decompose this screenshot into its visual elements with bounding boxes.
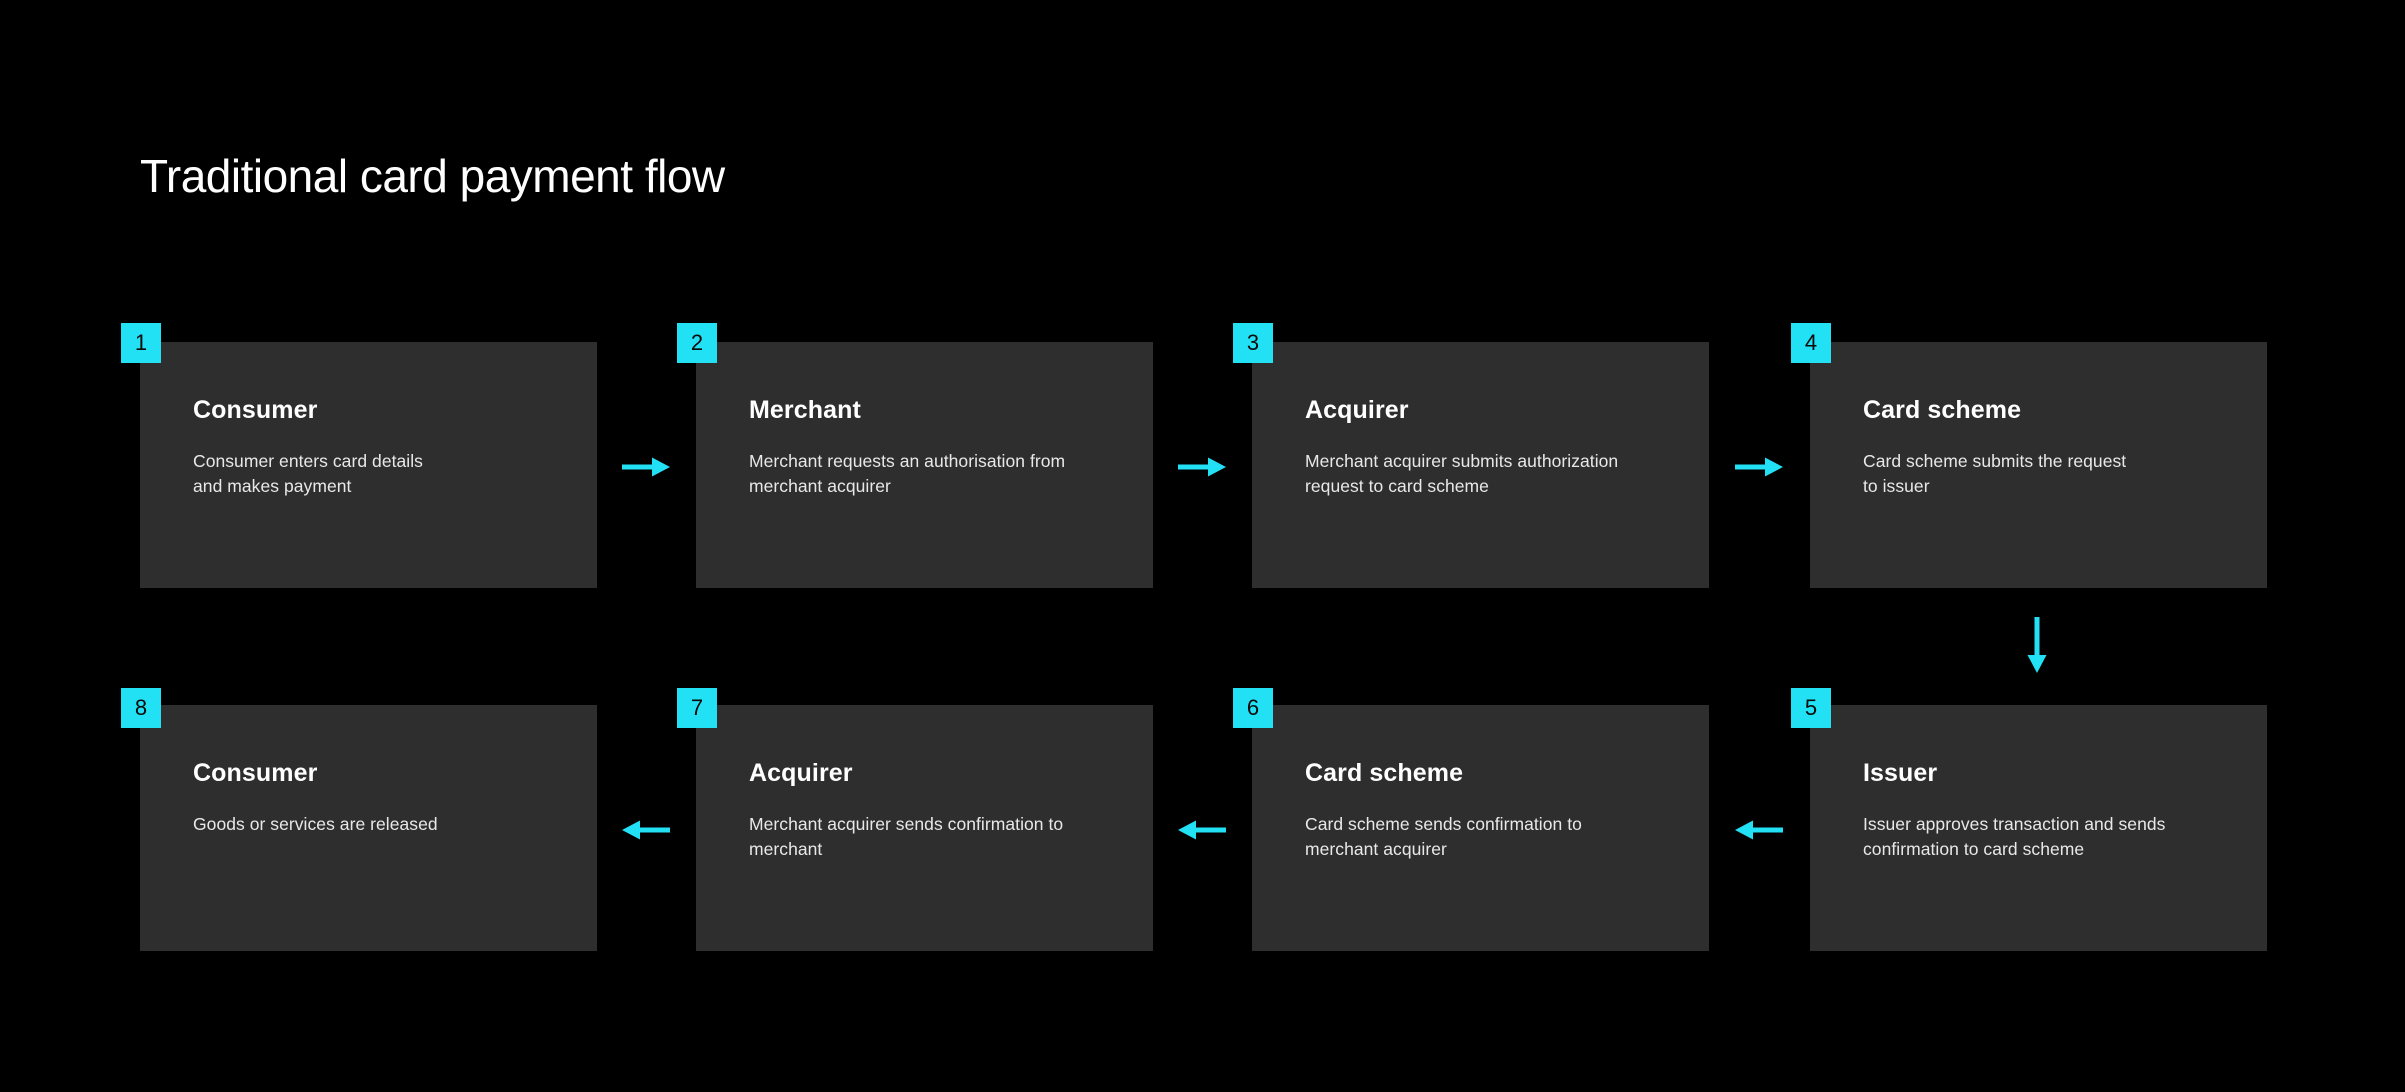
flow-step-content-5: Issuer Issuer approves transaction and s… (1863, 705, 2239, 951)
flow-step-content-6: Card scheme Card scheme sends confirmati… (1305, 705, 1681, 951)
flow-step-description-5: Issuer approves transaction and sends co… (1863, 814, 2166, 859)
flow-step-description-8: Goods or services are released (193, 814, 438, 834)
flow-step-content-4: Card scheme Card scheme submits the requ… (1863, 342, 2239, 588)
flow-step-badge-1: 1 (121, 323, 161, 363)
flow-step-description-6: Card scheme sends confirmation to mercha… (1305, 814, 1582, 859)
flow-step-content-8: Consumer Goods or services are released (193, 705, 569, 951)
flow-step-card-8[interactable]: Consumer Goods or services are released (140, 705, 597, 951)
flow-step-description-2: Merchant requests an authorisation from … (749, 451, 1066, 496)
arrow-down-icon-step4-to-step5 (2025, 617, 2049, 673)
flow-step-title-5: Issuer (1863, 759, 1938, 787)
flow-step-card-3[interactable]: Acquirer Merchant acquirer submits autho… (1252, 342, 1709, 588)
flow-step-content-2: Merchant Merchant requests an authorisat… (749, 342, 1125, 588)
arrow-left-icon-step5-to-step6 (1735, 818, 1783, 842)
arrow-right-icon-step1-to-step2 (622, 455, 670, 479)
flow-step-badge-7: 7 (677, 688, 717, 728)
flow-step-card-1[interactable]: Consumer Consumer enters card details an… (140, 342, 597, 588)
flow-step-card-5[interactable]: Issuer Issuer approves transaction and s… (1810, 705, 2267, 951)
flow-step-content-1: Consumer Consumer enters card details an… (193, 342, 569, 588)
payment-flow-diagram: Consumer Consumer enters card details an… (0, 0, 2405, 1092)
arrow-left-icon-step7-to-step8 (622, 818, 670, 842)
flow-step-description-7: Merchant acquirer sends confirmation to … (749, 814, 1064, 859)
flow-step-description-1: Consumer enters card details and makes p… (193, 451, 423, 496)
flow-step-title-1: Consumer (193, 396, 318, 424)
flow-step-title-2: Merchant (749, 396, 861, 424)
flow-step-title-6: Card scheme (1305, 759, 1464, 787)
flow-step-badge-8: 8 (121, 688, 161, 728)
flow-step-badge-5: 5 (1791, 688, 1831, 728)
flow-step-content-7: Acquirer Merchant acquirer sends confirm… (749, 705, 1125, 951)
flow-step-description-3: Merchant acquirer submits authorization … (1305, 451, 1619, 496)
flow-step-card-7[interactable]: Acquirer Merchant acquirer sends confirm… (696, 705, 1153, 951)
arrow-right-icon-step3-to-step4 (1735, 455, 1783, 479)
flow-step-title-3: Acquirer (1305, 396, 1409, 424)
flow-step-title-8: Consumer (193, 759, 318, 787)
arrow-left-icon-step6-to-step7 (1178, 818, 1226, 842)
arrow-right-icon-step2-to-step3 (1178, 455, 1226, 479)
flow-step-description-4: Card scheme submits the request to issue… (1863, 451, 2127, 496)
flow-step-card-2[interactable]: Merchant Merchant requests an authorisat… (696, 342, 1153, 588)
flow-step-card-6[interactable]: Card scheme Card scheme sends confirmati… (1252, 705, 1709, 951)
flow-step-title-7: Acquirer (749, 759, 853, 787)
flow-step-badge-2: 2 (677, 323, 717, 363)
flow-step-title-4: Card scheme (1863, 396, 2022, 424)
slide-canvas: Traditional card payment flow Consumer C… (0, 0, 2405, 1092)
flow-step-content-3: Acquirer Merchant acquirer submits autho… (1305, 342, 1681, 588)
flow-step-card-4[interactable]: Card scheme Card scheme submits the requ… (1810, 342, 2267, 588)
flow-step-badge-6: 6 (1233, 688, 1273, 728)
flow-step-badge-4: 4 (1791, 323, 1831, 363)
flow-step-badge-3: 3 (1233, 323, 1273, 363)
